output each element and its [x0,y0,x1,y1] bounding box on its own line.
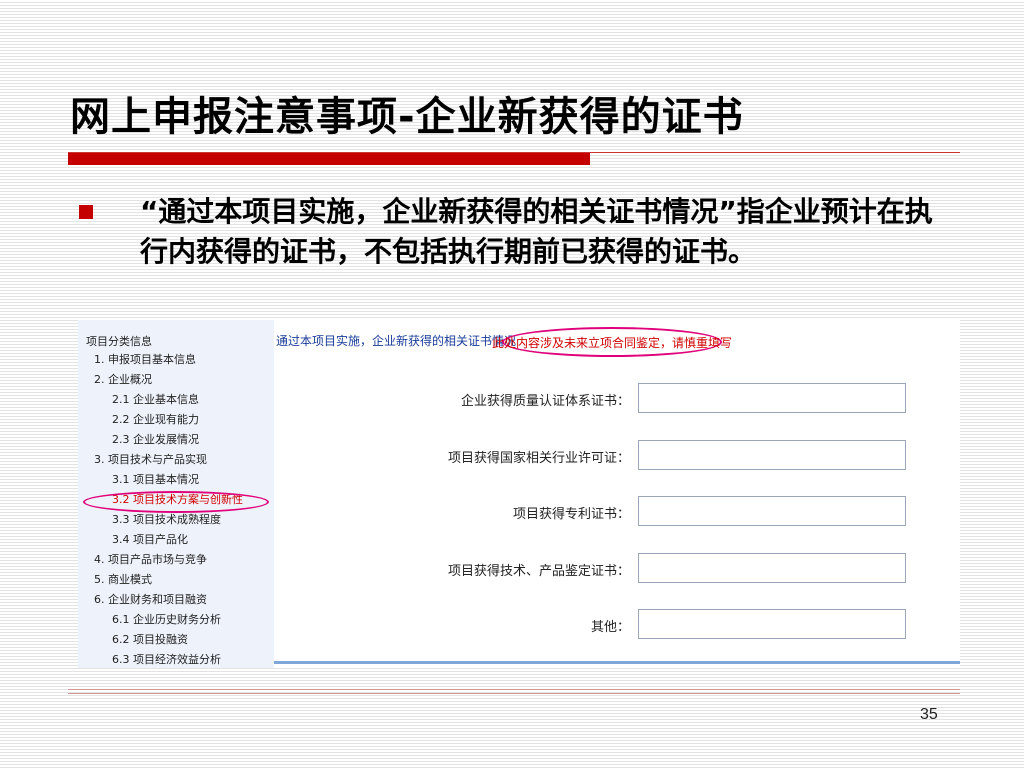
nav-item-6-1[interactable]: 6.1 企业历史财务分析 [112,610,221,630]
bullet-square-icon [79,205,93,219]
nav-item-1[interactable]: 1. 申报项目基本信息 [94,350,196,370]
embedded-form-screenshot: 项目分类信息 1. 申报项目基本信息 2. 企业概况 2.1 企业基本信息 2.… [78,320,960,668]
title-accent-bar [68,153,590,165]
appraisal-cert-label: 项目获得技术、产品鉴定证书： [447,564,630,579]
slide-title: 网上申报注意事项-企业新获得的证书 [70,94,744,140]
appraisal-cert-input[interactable] [638,553,906,583]
nav-item-2-3[interactable]: 2.3 企业发展情况 [112,430,199,450]
nav-item-3-3[interactable]: 3.3 项目技术成熟程度 [112,510,221,530]
nav-item-2-1[interactable]: 2.1 企业基本信息 [112,390,199,410]
footer-rule-top [68,689,960,690]
nav-item-3[interactable]: 3. 项目技术与产品实现 [94,450,207,470]
footer-rule-bottom [68,693,960,694]
bullet-text: “通过本项目实施，企业新获得的相关证书情况”指企业预计在执行内获得的证书，不包括… [140,195,933,268]
other-label: 其他： [590,620,630,635]
form-section-header: 通过本项目实施，企业新获得的相关证书情况 [276,334,517,348]
quality-cert-label: 企业获得质量认证体系证书： [460,394,630,409]
notice-highlight-circle: 此处内容涉及未来立项合同鉴定，请慎重填写 [492,327,732,357]
nav-item-5[interactable]: 5. 商业模式 [94,570,152,590]
notice-text: 此处内容涉及未来立项合同鉴定，请慎重填写 [492,335,733,350]
nav-heading: 项目分类信息 [86,335,152,348]
nav-item-6-2[interactable]: 6.2 项目投融资 [112,630,188,650]
nav-item-6-3[interactable]: 6.3 项目经济效益分析 [112,650,221,668]
nav-item-2-2[interactable]: 2.2 企业现有能力 [112,410,199,430]
nav-item-3-1[interactable]: 3.1 项目基本情况 [112,470,199,490]
industry-license-input[interactable] [638,440,906,470]
form-bottom-border [274,661,960,664]
other-input[interactable] [638,609,906,639]
nav-item-4[interactable]: 4. 项目产品市场与竞争 [94,550,207,570]
patent-cert-label: 项目获得专利证书： [512,507,630,522]
industry-license-label: 项目获得国家相关行业许可证： [447,451,630,466]
nav-highlight-circle [83,491,269,513]
nav-item-2[interactable]: 2. 企业概况 [94,370,152,390]
quality-cert-input[interactable] [638,383,906,413]
category-nav: 项目分类信息 1. 申报项目基本信息 2. 企业概况 2.1 企业基本信息 2.… [78,320,274,668]
patent-cert-input[interactable] [638,496,906,526]
nav-item-6[interactable]: 6. 企业财务和项目融资 [94,590,207,610]
page-number: 35 [920,706,938,723]
nav-item-3-4[interactable]: 3.4 项目产品化 [112,530,188,550]
